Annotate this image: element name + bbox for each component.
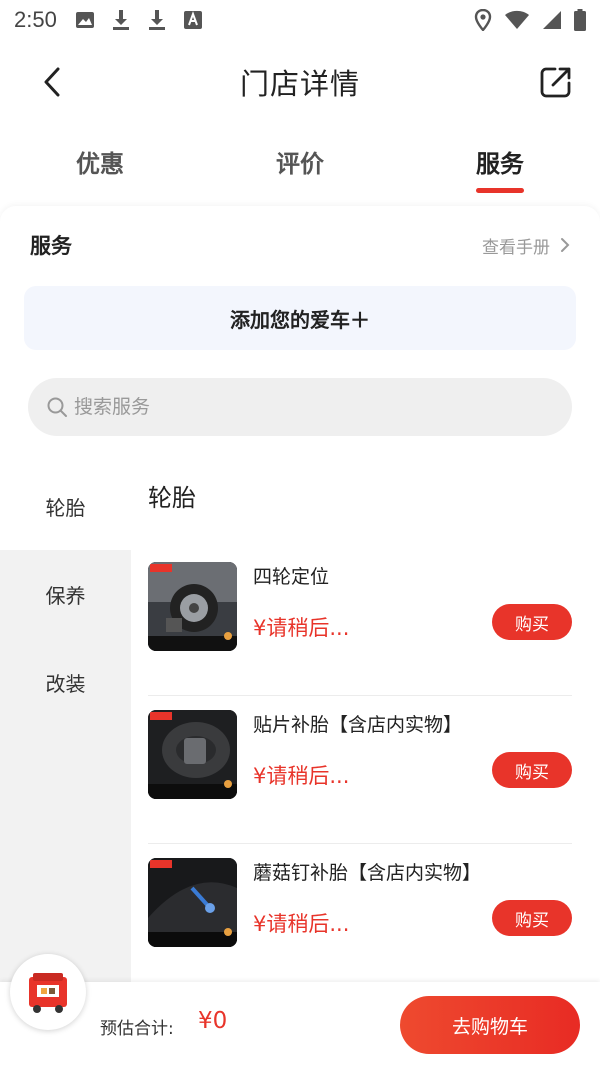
page-title: 门店详情 xyxy=(239,67,360,101)
signal-icon xyxy=(542,10,562,30)
cart-button[interactable] xyxy=(10,954,86,1030)
service-price: ¥请稍后... xyxy=(253,764,350,788)
status-time: 2:50 xyxy=(14,7,57,32)
tab-label: 评价 xyxy=(276,150,324,178)
tab-discounts[interactable]: 优惠 xyxy=(0,124,200,204)
tab-label: 服务 xyxy=(476,150,524,178)
tab-reviews[interactable]: 评价 xyxy=(200,124,400,204)
wifi-icon xyxy=(504,10,530,30)
cart-icon xyxy=(29,973,67,1013)
category-label: 保养 xyxy=(45,583,86,608)
status-bar: 2:50 xyxy=(0,0,600,40)
service-name: 蘑菇钉补胎【含店内实物】 xyxy=(253,862,482,884)
chevron-left-icon xyxy=(44,67,60,97)
category-modification[interactable]: 改装 xyxy=(0,638,131,726)
services-card: 服务 查看手册 添加您的爱车＋ 轮胎 保养 改装 轮胎 xyxy=(0,206,600,1066)
download-icon xyxy=(111,9,131,31)
search-input[interactable] xyxy=(74,396,534,418)
plug-repair-thumbnail xyxy=(148,858,237,947)
add-car-button[interactable]: 添加您的爱车＋ xyxy=(24,286,576,350)
category-tires[interactable]: 轮胎 xyxy=(0,462,131,550)
location-icon xyxy=(474,9,492,31)
list-category-title: 轮胎 xyxy=(148,484,196,512)
search-icon xyxy=(47,397,67,417)
section-header: 服务 查看手册 xyxy=(30,228,570,262)
list-item[interactable]: 蘑菇钉补胎【含店内实物】 ¥请稍后... 购买 xyxy=(148,844,572,992)
section-title: 服务 xyxy=(30,234,72,258)
buy-button[interactable]: 购买 xyxy=(492,900,572,936)
tab-bar: 优惠 评价 服务 xyxy=(0,124,600,204)
service-name: 四轮定位 xyxy=(253,566,330,588)
chevron-right-icon xyxy=(561,238,570,252)
tab-active-indicator xyxy=(476,188,524,193)
battery-icon xyxy=(574,9,586,31)
list-item[interactable]: 贴片补胎【含店内实物】 ¥请稍后... 购买 xyxy=(148,696,572,844)
category-maintenance[interactable]: 保养 xyxy=(0,550,131,638)
download-icon xyxy=(147,9,167,31)
category-label: 轮胎 xyxy=(45,495,86,520)
category-label: 改装 xyxy=(45,671,86,696)
wheel-alignment-thumbnail xyxy=(148,562,237,651)
system-icons xyxy=(474,9,586,31)
list-item[interactable]: 四轮定位 ¥请稍后... 购买 xyxy=(148,548,572,696)
font-icon xyxy=(183,10,203,30)
buy-button[interactable]: 购买 xyxy=(492,752,572,788)
tab-services[interactable]: 服务 xyxy=(400,124,600,204)
service-name: 贴片补胎【含店内实物】 xyxy=(253,714,463,736)
service-price: ¥请稍后... xyxy=(253,912,350,936)
share-button[interactable] xyxy=(534,60,578,104)
share-icon xyxy=(540,67,571,98)
view-manual-link[interactable]: 查看手册 xyxy=(482,233,570,258)
search-bar[interactable] xyxy=(28,378,572,436)
notification-icons xyxy=(75,9,203,31)
tab-label: 优惠 xyxy=(76,150,124,178)
header: 门店详情 xyxy=(0,40,600,124)
back-button[interactable] xyxy=(30,62,74,102)
view-manual-label: 查看手册 xyxy=(482,237,550,258)
buy-button[interactable]: 购买 xyxy=(492,604,572,640)
total-value: ¥0 xyxy=(198,1008,228,1034)
patch-repair-thumbnail xyxy=(148,710,237,799)
total-label: 预估合计: xyxy=(100,1019,174,1039)
image-icon xyxy=(75,10,95,30)
service-price: ¥请稍后... xyxy=(253,616,350,640)
go-to-cart-button[interactable]: 去购物车 xyxy=(400,996,580,1054)
service-list: 轮胎 四轮定位 ¥请稍后... 购买 贴片补胎【含店内实物】 ¥请稍后... 购… xyxy=(131,462,600,1066)
